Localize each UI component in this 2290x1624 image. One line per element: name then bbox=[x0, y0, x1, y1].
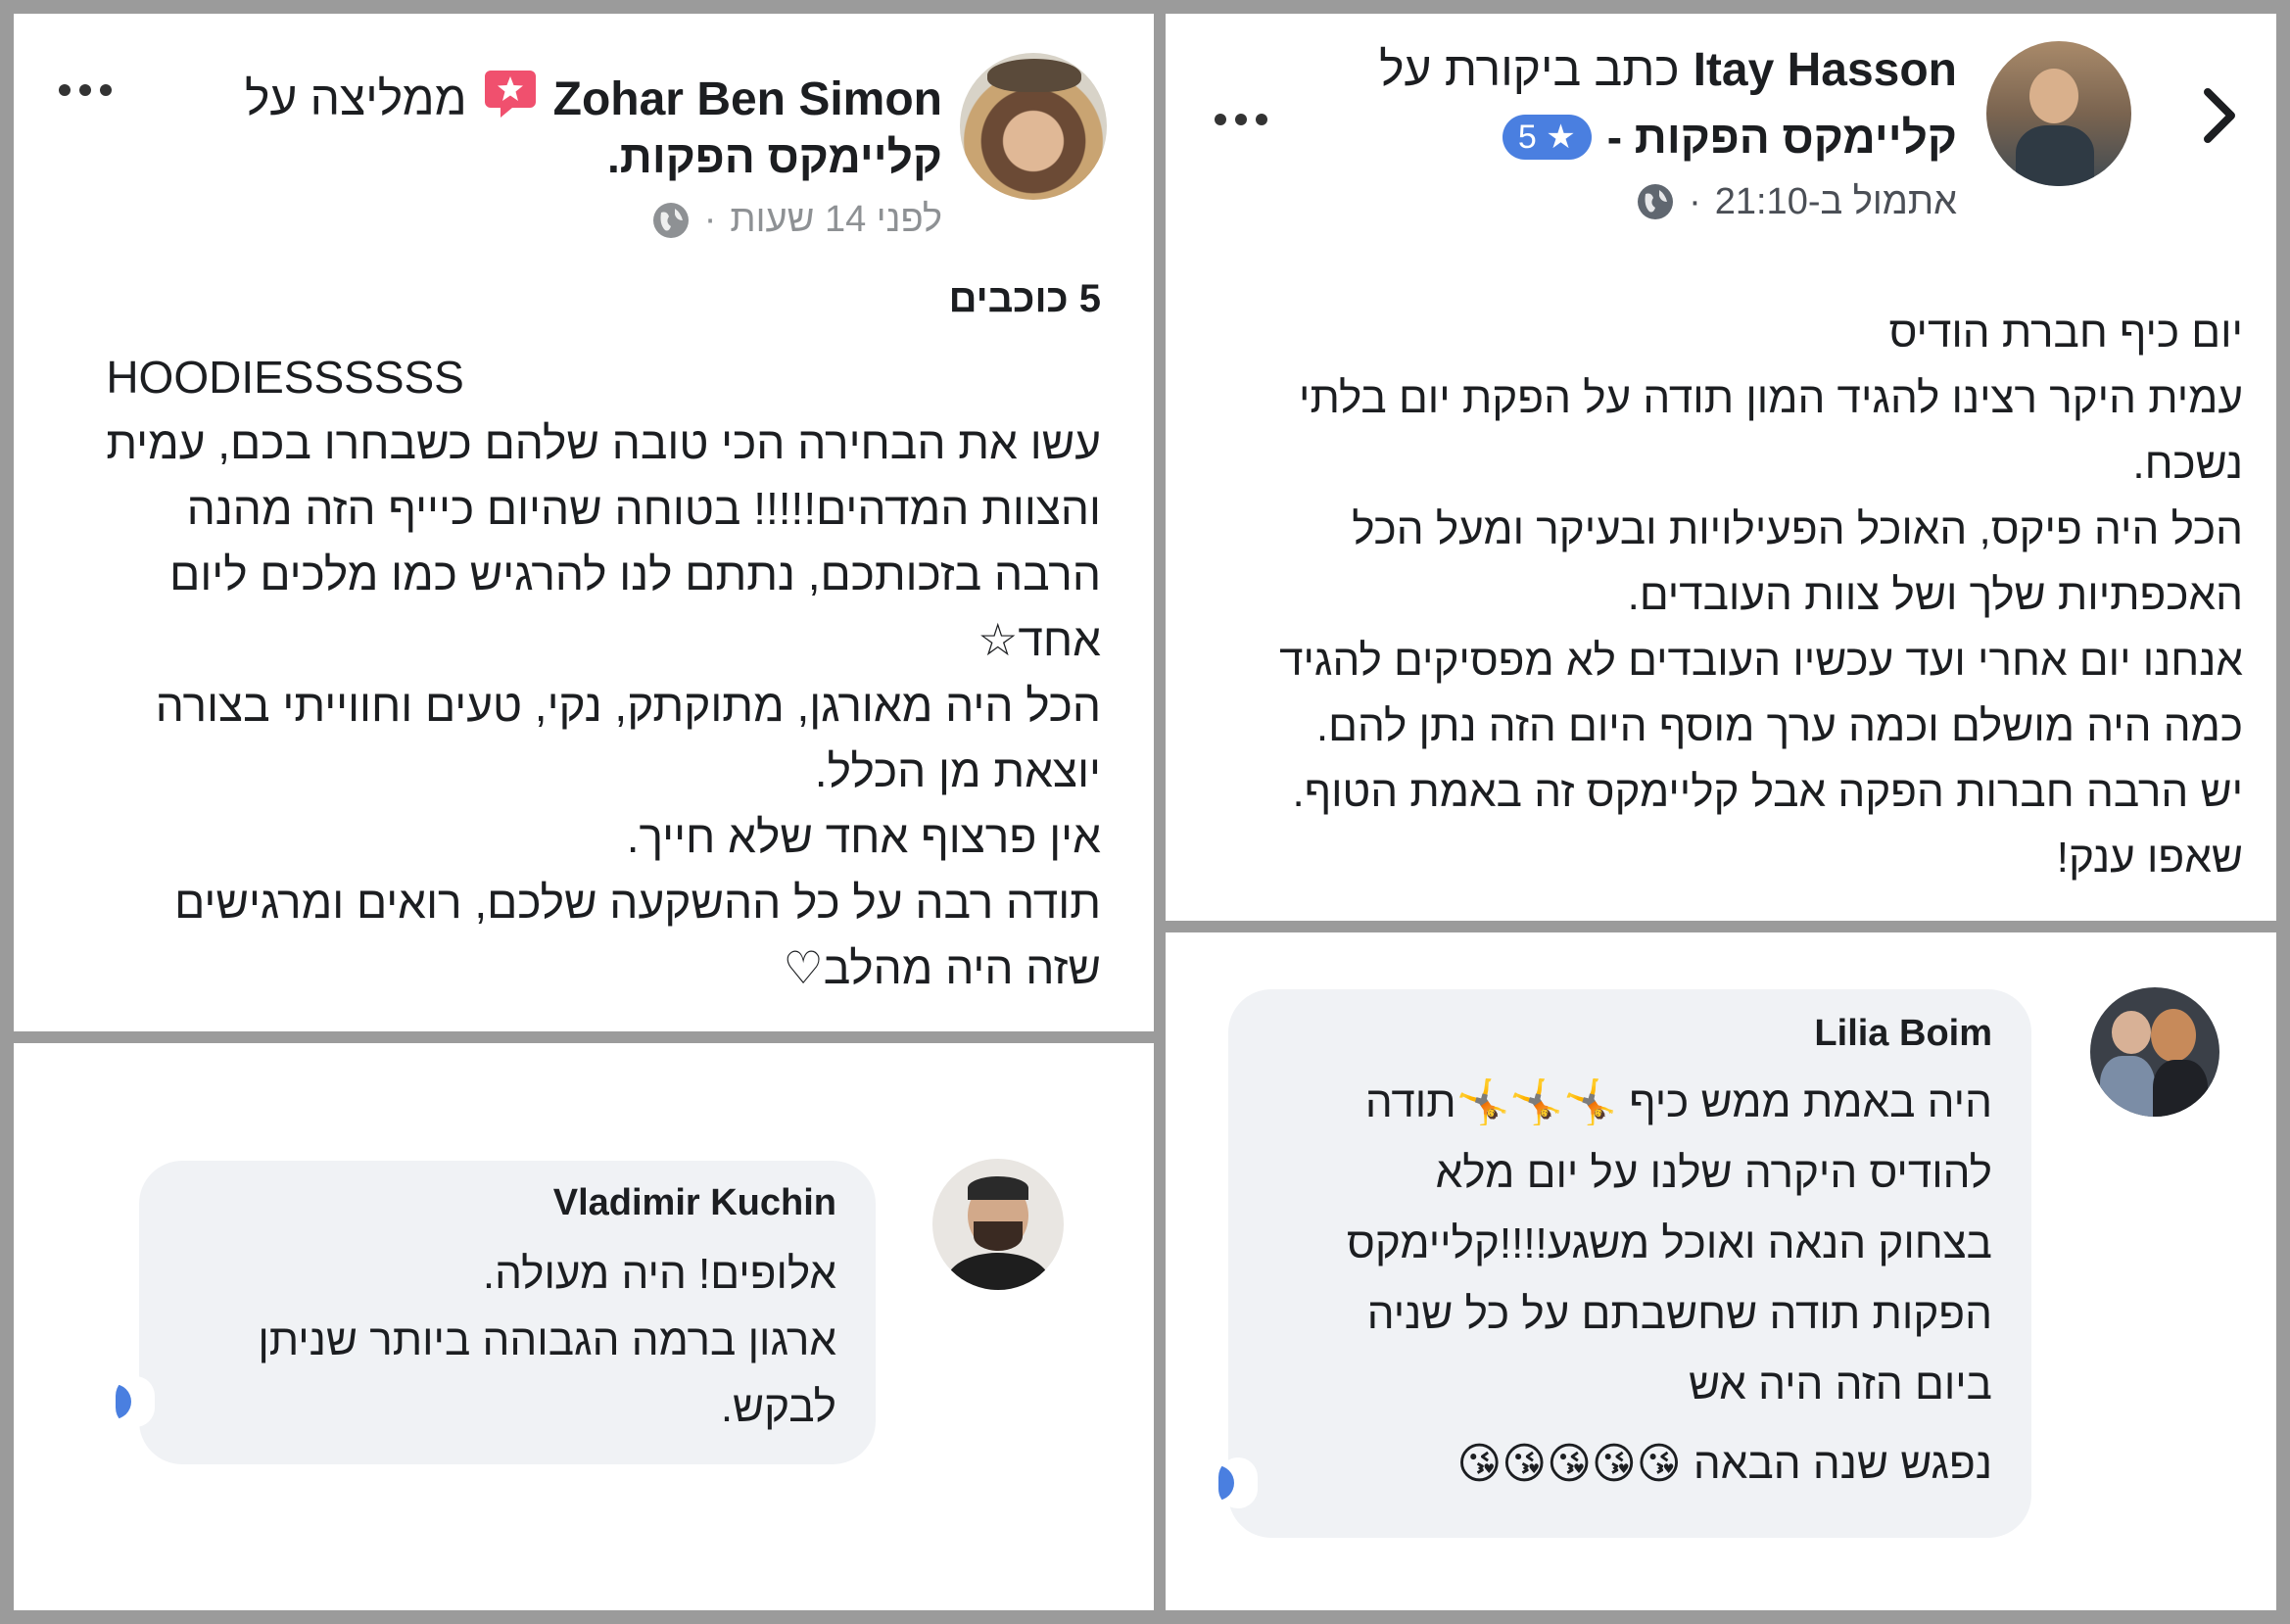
comment-body: היה באמת ממש כיף 🤸🤸🤸תודה להודיס היקרה של… bbox=[1347, 1068, 1992, 1508]
post-zohar: Zohar Ben Simon ממליצה על קליימקס הפקות.… bbox=[14, 14, 1154, 1031]
more-icon[interactable] bbox=[59, 84, 112, 96]
body-line: והצוות המדהים!!!!! בטוחה שהיום כיייף הזה… bbox=[186, 483, 1101, 534]
rating-text: 5 כוכבים bbox=[948, 277, 1101, 320]
body-line: תודה רבה על כל ההשקעה שלכם, רואים ומרגיש… bbox=[174, 877, 1101, 928]
comment-vladimir: Vladimir Kuchin אלופים! היה מעולה. ארגון… bbox=[14, 1043, 1154, 1610]
comment-author[interactable]: Vladimir Kuchin bbox=[553, 1182, 836, 1224]
timestamp[interactable]: לפני 14 שעות bbox=[730, 196, 942, 243]
comment-line: להודיס היקרה שלנו על יום מלא bbox=[1435, 1149, 1992, 1197]
comment-line: הפקות תודה שחשבתם על כל שניה bbox=[1366, 1290, 1992, 1338]
comment-bubble[interactable]: Vladimir Kuchin אלופים! היה מעולה. ארגון… bbox=[139, 1161, 876, 1464]
avatar[interactable] bbox=[2090, 987, 2219, 1117]
reaction-icon[interactable] bbox=[116, 1376, 155, 1427]
avatar[interactable] bbox=[1986, 41, 2131, 186]
comment-body: אלופים! היה מעולה. ארגון ברמה הגבוהה ביו… bbox=[258, 1241, 836, 1441]
avatar[interactable] bbox=[932, 1159, 1064, 1290]
body-line: כמה היה מושלם וכמה ערך מוסף היום הזה נתן… bbox=[1315, 702, 2243, 750]
author-name[interactable]: Zohar Ben Simon bbox=[553, 71, 942, 129]
timestamp[interactable]: אתמול ב-21:10 bbox=[1715, 178, 1957, 225]
chevron-right-icon[interactable] bbox=[2198, 84, 2241, 152]
rating-badge-label: 5 ★ bbox=[1517, 119, 1576, 156]
post-body: HOODIESSSSSS עשו את הבחירה הכי טובה שלהם… bbox=[106, 345, 1101, 1001]
comment-line: לבקש. bbox=[720, 1383, 836, 1431]
action-text: ממליצה על bbox=[244, 72, 467, 125]
body-line: HOODIESSSSSS bbox=[106, 352, 464, 403]
comment-lilia: Lilia Boim היה באמת ממש כיף 🤸🤸🤸תודה להוד… bbox=[1166, 932, 2276, 1610]
body-line: הכל היה פיקס, האוכל הפעילויות ובעיקר ומע… bbox=[1352, 505, 2243, 553]
body-line: שזה היה מהלב♡ bbox=[783, 942, 1101, 993]
comment-line: ביום הזה היה אש bbox=[1689, 1361, 1992, 1409]
action-text: כתב ביקורת על bbox=[1379, 44, 1680, 96]
body-line: נשכח. bbox=[2132, 440, 2243, 488]
comment-author[interactable]: Lilia Boim bbox=[1814, 1013, 1992, 1055]
more-icon[interactable] bbox=[1215, 114, 1267, 125]
comment-bubble[interactable]: Lilia Boim היה באמת ממש כיף 🤸🤸🤸תודה להוד… bbox=[1228, 989, 2031, 1538]
comment-line: היה באמת ממש כיף 🤸🤸🤸תודה bbox=[1364, 1078, 1992, 1126]
body-line: אין פרצוף אחד שלא חייך. bbox=[626, 811, 1101, 862]
comment-line: נפגש שנה הבאה 😘😘😘😘😘 bbox=[1456, 1440, 1992, 1488]
body-line: הכל היה מאורגן, מתוקתק, נקי, טעים וחוויי… bbox=[155, 680, 1101, 731]
author-name[interactable]: Itay Hasson bbox=[1694, 41, 1957, 100]
reaction-icon[interactable] bbox=[1218, 1457, 1258, 1508]
rating-badge[interactable]: 5 ★ bbox=[1502, 115, 1592, 160]
body-line: שאפו ענק! bbox=[2056, 834, 2243, 882]
body-line: יש הרבה חברות הפקה אבל קליימקס זה באמת ה… bbox=[1292, 768, 2243, 816]
globe-icon bbox=[1636, 182, 1675, 221]
post-body: יום כיף חברת הודיס עמית היקר רצינו להגיד… bbox=[1279, 300, 2243, 890]
body-line: אחד☆ bbox=[978, 614, 1101, 665]
comment-line: ארגון ברמה הגבוהה ביותר שניתן bbox=[258, 1316, 836, 1364]
globe-icon bbox=[652, 201, 691, 238]
page-link[interactable]: קליימקס הפקות. bbox=[607, 129, 942, 184]
body-line: יום כיף חברת הודיס bbox=[1888, 309, 2243, 357]
body-line: יוצאת מן הכלל. bbox=[814, 745, 1101, 796]
avatar[interactable] bbox=[960, 53, 1107, 200]
page-link[interactable]: קליימקס הפקות - bbox=[1607, 108, 1957, 167]
recommend-icon bbox=[483, 65, 538, 134]
body-line: האכפתיות שלך ושל צוות העובדים. bbox=[1627, 571, 2243, 619]
body-line: עשו את הבחירה הכי טובה שלהם כשבחרו בכם, … bbox=[106, 417, 1101, 468]
body-line: עמית היקר רצינו להגיד המון תודה על הפקת … bbox=[1299, 374, 2243, 422]
body-line: אנחנו יום אחרי ועד עכשיו העובדים לא מפסי… bbox=[1279, 637, 2243, 685]
body-line: הרבה בזכותכם, נתתם לנו להרגיש כמו מלכים … bbox=[169, 549, 1101, 599]
post-itay: Itay Hasson כתב ביקורת על קליימקס הפקות … bbox=[1166, 14, 2276, 921]
comment-line: בצחוק הנאה ואוכל משגע!!!!קליימקס bbox=[1347, 1219, 1992, 1267]
comment-line: אלופים! היה מעולה. bbox=[482, 1250, 836, 1298]
